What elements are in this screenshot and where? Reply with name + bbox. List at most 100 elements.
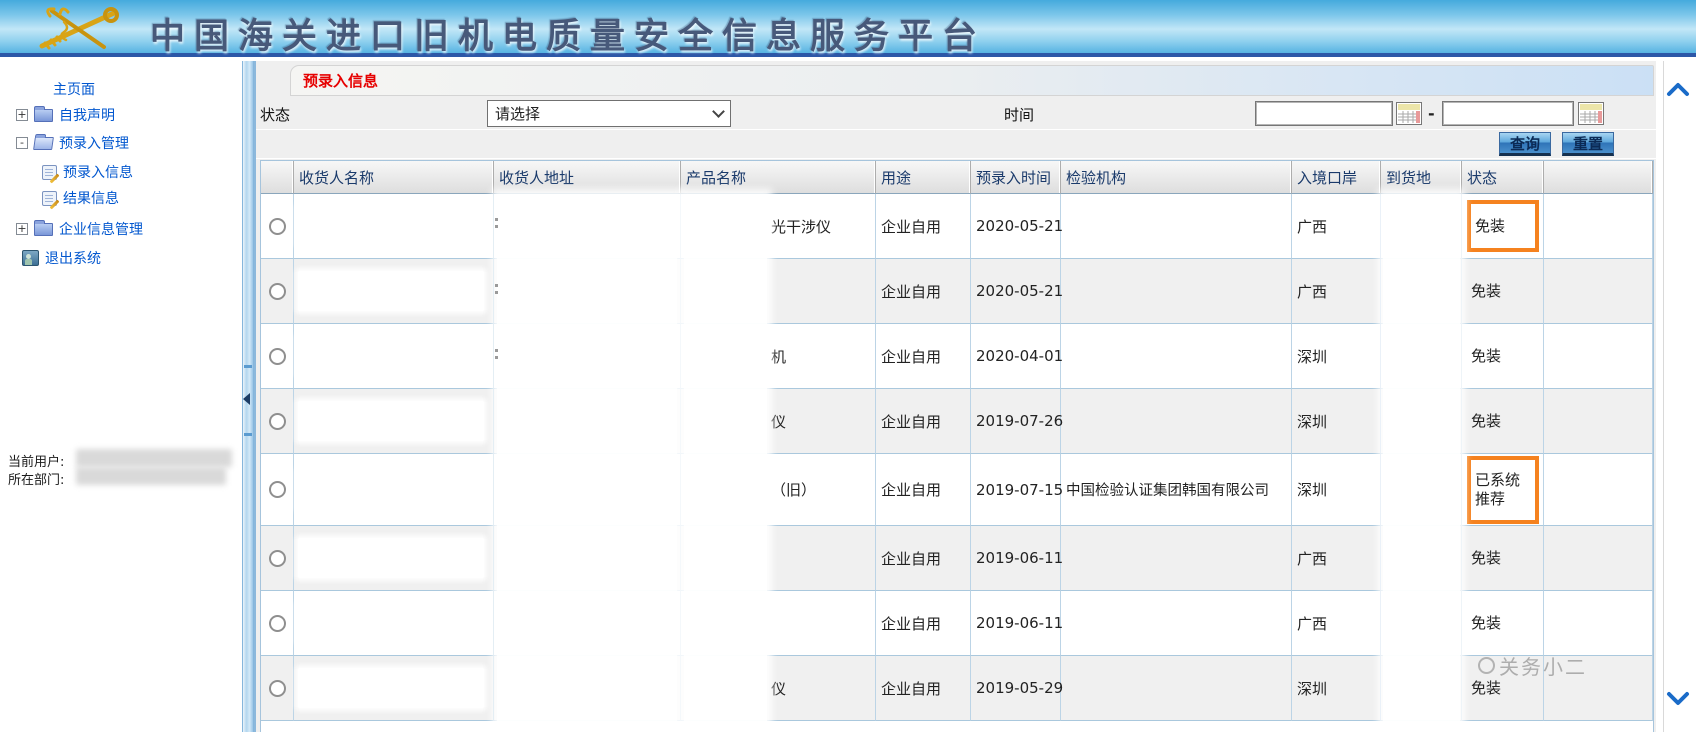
scroll-down-icon[interactable]: [1666, 691, 1690, 707]
inspection-agency-cell: [1061, 591, 1292, 656]
status-badge: 免装: [1467, 410, 1539, 433]
consignee-name-cell: [294, 194, 494, 259]
status-select[interactable]: 请选择: [487, 100, 731, 127]
sidebar-item-preentry-info[interactable]: 预录入信息: [42, 162, 133, 182]
inspection-agency-cell: 中国检验认证集团韩国有限公司: [1061, 454, 1292, 526]
column-header: 检验机构: [1061, 161, 1292, 194]
row-select-radio[interactable]: [269, 680, 286, 697]
consignee-name-cell: [294, 324, 494, 389]
preentry-date-cell: 2019-07-26: [971, 389, 1061, 454]
status-cell: 免装: [1462, 591, 1544, 656]
calendar-icon[interactable]: [1396, 102, 1422, 125]
column-header: 入境口岸: [1292, 161, 1381, 194]
preentry-date-cell: 2020-05-21: [971, 259, 1061, 324]
entry-port-cell: 广西: [1292, 194, 1381, 259]
consignee-name-cell: [294, 526, 494, 591]
collapse-sidebar-arrow-icon[interactable]: [243, 393, 250, 405]
column-header: 收货人名称: [294, 161, 494, 194]
inspection-agency-cell: [1061, 259, 1292, 324]
column-header: 到货地: [1381, 161, 1462, 194]
row-select-radio[interactable]: [269, 413, 286, 430]
row-select-radio[interactable]: [269, 615, 286, 632]
table-header: 收货人名称收货人地址产品名称用途预录入时间检验机构入境口岸到货地状态: [261, 161, 1653, 194]
consignee-name-cell: [294, 454, 494, 526]
sidebar-item-self-declaration[interactable]: + 自我声明: [16, 105, 115, 125]
redacted-consignee-name: [298, 470, 484, 510]
splitter-tick: [244, 365, 252, 368]
use-cell: 企业自用: [876, 259, 971, 324]
page-title: 中国海关进口旧机电质量安全信息服务平台: [150, 8, 986, 59]
sidebar-item-home[interactable]: 主页面: [53, 79, 95, 99]
status-badge: 免装: [1467, 677, 1539, 700]
department-label: 所在部门:: [8, 469, 64, 488]
status-cell: 免装: [1462, 389, 1544, 454]
entry-port-cell: 深圳: [1292, 454, 1381, 526]
consignee-name-cell: [294, 591, 494, 656]
preentry-date-cell: 2020-04-01: [971, 324, 1061, 389]
column-header-filler: [1544, 161, 1653, 194]
reset-button[interactable]: 重置: [1562, 132, 1614, 156]
status-cell: 已系统推荐: [1462, 454, 1544, 526]
entry-port-cell: 深圳: [1292, 656, 1381, 721]
results-table: 收货人名称收货人地址产品名称用途预录入时间检验机构入境口岸到货地状态 光干涉仪 …: [260, 160, 1654, 732]
entry-port-cell: 广西: [1292, 591, 1381, 656]
expand-minus-icon[interactable]: -: [16, 137, 28, 149]
column-header: 状态: [1462, 161, 1544, 194]
status-badge: 免装: [1467, 612, 1539, 635]
row-select-radio[interactable]: [269, 283, 286, 300]
row-select-radio[interactable]: [269, 550, 286, 567]
preentry-date-cell: 2019-05-29: [971, 656, 1061, 721]
row-select-radio[interactable]: [269, 348, 286, 365]
entry-port-cell: 广西: [1292, 526, 1381, 591]
inspection-agency-cell: [1061, 194, 1292, 259]
date-from-input[interactable]: [1255, 101, 1393, 126]
row-select-radio[interactable]: [269, 481, 286, 498]
column-header: 收货人地址: [494, 161, 681, 194]
expand-plus-icon[interactable]: +: [16, 109, 28, 121]
preentry-date-cell: 2020-05-21: [971, 194, 1061, 259]
sidebar-item-logout[interactable]: 退出系统: [22, 248, 101, 268]
sidebar-splitter[interactable]: [242, 61, 254, 732]
chevron-down-icon: [712, 105, 725, 118]
status-badge: 免装: [1467, 547, 1539, 570]
status-badge: 已系统推荐: [1467, 456, 1539, 524]
column-header: [261, 161, 294, 194]
inspection-agency-cell: [1061, 324, 1292, 389]
redacted-consignee-name: [298, 668, 484, 708]
row-select-radio[interactable]: [269, 218, 286, 235]
current-user-label: 当前用户:: [8, 451, 64, 470]
redacted-product-column: [684, 194, 767, 732]
redacted-address-column: [497, 194, 677, 732]
status-badge: 免装: [1467, 345, 1539, 368]
redacted-consignee-name: [298, 336, 484, 376]
redacted-consignee-name: [298, 603, 484, 643]
entry-port-cell: 广西: [1292, 259, 1381, 324]
sidebar-item-result-info[interactable]: 结果信息: [42, 188, 119, 208]
sidebar-item-preentry-management[interactable]: - 预录入管理: [16, 133, 129, 153]
scroll-up-icon[interactable]: [1666, 81, 1690, 97]
entry-port-cell: 深圳: [1292, 389, 1381, 454]
panel-title-bar: 预录入信息: [290, 65, 1654, 96]
entry-port-cell: 深圳: [1292, 324, 1381, 389]
redaction-artifact: [495, 349, 498, 359]
scrollbar-track: [1663, 61, 1664, 732]
use-cell: 企业自用: [876, 591, 971, 656]
expand-plus-icon[interactable]: +: [16, 223, 28, 235]
table-body: 光干涉仪 企业自用 2020-05-21 广西 免装 企业自用 2020-05-…: [261, 194, 1653, 732]
date-to-input[interactable]: [1442, 101, 1574, 126]
calendar-icon[interactable]: [1578, 102, 1604, 125]
preentry-date-cell: 2019-07-15: [971, 454, 1061, 526]
sidebar-item-enterprise-info[interactable]: + 企业信息管理: [16, 219, 143, 239]
query-button[interactable]: 查询: [1499, 132, 1551, 156]
document-edit-icon: [42, 165, 57, 180]
column-header: 预录入时间: [971, 161, 1061, 194]
status-cell: 免装: [1462, 526, 1544, 591]
panel-title: 预录入信息: [291, 70, 378, 91]
scrollbar[interactable]: [1656, 61, 1696, 732]
exit-system-icon: [22, 250, 39, 266]
preentry-date-cell: 2019-06-11: [971, 526, 1061, 591]
redaction-artifact: [495, 218, 498, 228]
sidebar: 主页面 + 自我声明 - 预录入管理 预录入信息 结果信息 + 企业信息管理 退…: [0, 61, 242, 732]
use-cell: 企业自用: [876, 454, 971, 526]
document-edit-icon: [42, 191, 57, 206]
